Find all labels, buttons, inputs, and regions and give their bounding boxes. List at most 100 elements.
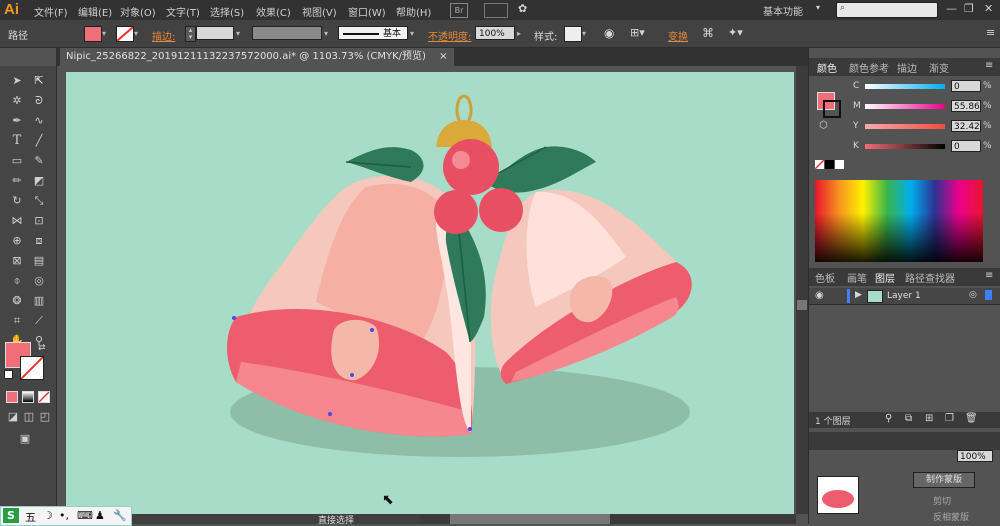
- chevron-down-icon[interactable]: ▾: [324, 27, 331, 41]
- invert-mask-checkbox-label[interactable]: 反相蒙版: [933, 510, 969, 523]
- none-color-swatch[interactable]: [815, 160, 824, 169]
- envelope-icon[interactable]: ✦▾: [728, 26, 743, 39]
- graphic-style-swatch[interactable]: [564, 26, 582, 42]
- rotate-tool-icon[interactable]: ↻: [8, 192, 26, 210]
- tab-color-guide[interactable]: 颜色参考: [849, 60, 889, 75]
- lasso-tool-icon[interactable]: ᘐ: [30, 92, 48, 110]
- artboard-canvas[interactable]: ⬉: [66, 72, 794, 514]
- menu-help[interactable]: 帮助(H): [396, 4, 431, 19]
- stroke-color-box[interactable]: [20, 356, 44, 380]
- fill-swatch[interactable]: [84, 26, 102, 42]
- gradient-mode-icon[interactable]: [22, 391, 34, 403]
- pencil-tool-icon[interactable]: ✏: [8, 172, 26, 190]
- isolate-icon[interactable]: ⌘: [702, 26, 714, 40]
- tab-gradient[interactable]: 渐变: [929, 60, 949, 75]
- vertical-scrollbar[interactable]: [796, 66, 808, 514]
- vertical-scroll-thumb[interactable]: [797, 300, 807, 310]
- draw-inside-icon[interactable]: ◰: [36, 408, 54, 426]
- restore-button[interactable]: ❐: [964, 2, 974, 15]
- gradient-tool-icon[interactable]: ▤: [30, 252, 48, 270]
- input-mode[interactable]: 五: [25, 509, 36, 525]
- clipping-mask-icon[interactable]: ⧉: [905, 413, 912, 424]
- menu-view[interactable]: 视图(V): [302, 4, 337, 19]
- close-tab-icon[interactable]: ×: [439, 51, 447, 62]
- locate-object-icon[interactable]: ⚲: [885, 413, 892, 424]
- default-colors-icon[interactable]: [4, 370, 13, 379]
- color-mode-icon[interactable]: [6, 391, 18, 403]
- menu-select[interactable]: 选择(S): [210, 4, 244, 19]
- screen-mode-icon[interactable]: ▣: [16, 430, 34, 448]
- black-color-swatch[interactable]: [825, 160, 834, 169]
- search-input[interactable]: ⌕: [836, 2, 938, 18]
- chevron-right-icon[interactable]: ▸: [517, 27, 524, 41]
- chevron-down-icon[interactable]: ▾: [236, 27, 243, 41]
- minimize-button[interactable]: —: [946, 2, 957, 15]
- selection-indicator[interactable]: [985, 290, 992, 300]
- opacity-field[interactable]: 100%: [475, 26, 515, 40]
- opacity-label[interactable]: 不透明度:: [428, 28, 471, 43]
- punctuation-icon[interactable]: •,: [59, 509, 69, 522]
- chevron-down-icon[interactable]: ▾: [816, 3, 820, 12]
- scale-tool-icon[interactable]: ⤡: [30, 192, 48, 210]
- new-layer-icon[interactable]: ❐: [945, 413, 954, 424]
- menu-file[interactable]: 文件(F): [34, 4, 68, 19]
- pen-tool-icon[interactable]: ✒: [8, 112, 26, 130]
- swap-colors-icon[interactable]: ⇄: [38, 343, 46, 353]
- column-graph-tool-icon[interactable]: ▥: [30, 292, 48, 310]
- brush-definition[interactable]: 基本: [338, 26, 408, 40]
- tab-brushes[interactable]: 画笔: [847, 270, 867, 285]
- line-tool-icon[interactable]: ╱: [30, 132, 48, 150]
- make-mask-button[interactable]: 制作蒙版: [913, 472, 975, 488]
- chevron-down-icon[interactable]: ▾: [410, 27, 417, 41]
- magenta-slider[interactable]: [865, 104, 945, 109]
- expand-triangle-icon[interactable]: ▶: [855, 290, 862, 300]
- artboard-tool-icon[interactable]: ⌗: [8, 312, 26, 330]
- layer-name[interactable]: Layer 1: [887, 291, 921, 301]
- cyan-slider[interactable]: [865, 84, 945, 89]
- tab-pathfinder[interactable]: 路径查找器: [905, 270, 955, 285]
- document-tab[interactable]: Nipic_25266822_20191211132237572000.ai* …: [60, 48, 454, 66]
- stroke-weight-field[interactable]: [196, 26, 234, 40]
- eye-icon[interactable]: ◉: [815, 290, 824, 301]
- moon-icon[interactable]: ☽: [43, 509, 53, 522]
- type-tool-icon[interactable]: T: [8, 132, 26, 150]
- magenta-value[interactable]: 55.86: [951, 100, 981, 112]
- transparency-opacity-field[interactable]: 100%: [957, 450, 993, 462]
- white-color-swatch[interactable]: [835, 160, 844, 169]
- selection-tool-icon[interactable]: ➤: [8, 72, 26, 90]
- tab-layers[interactable]: 图层: [875, 270, 895, 285]
- black-value[interactable]: 0: [951, 140, 981, 152]
- direct-selection-tool-icon[interactable]: ⇱: [30, 72, 48, 90]
- keyboard-icon[interactable]: ⌨: [77, 509, 93, 522]
- symbol-sprayer-tool-icon[interactable]: ❂: [8, 292, 26, 310]
- stroke-weight-stepper[interactable]: ▴ ▾: [185, 26, 196, 42]
- workspace-switcher[interactable]: 基本功能: [763, 3, 803, 18]
- transform-label[interactable]: 变换: [668, 28, 688, 43]
- align-icon[interactable]: ⊞▾: [630, 26, 645, 39]
- wrench-icon[interactable]: 🔧: [113, 509, 127, 522]
- tab-stroke[interactable]: 描边: [897, 60, 917, 75]
- black-slider[interactable]: [865, 144, 945, 149]
- panel-menu-icon[interactable]: ≡: [985, 270, 993, 281]
- new-sublayer-icon[interactable]: ⊞: [925, 413, 933, 424]
- yellow-slider[interactable]: [865, 124, 945, 129]
- chevron-down-icon[interactable]: ▾: [134, 27, 141, 41]
- cyan-value[interactable]: 0: [951, 80, 981, 92]
- none-mode-icon[interactable]: [38, 391, 50, 403]
- blend-tool-icon[interactable]: ◎: [30, 272, 48, 290]
- yellow-value[interactable]: 32.42: [951, 120, 981, 132]
- rectangle-tool-icon[interactable]: ▭: [8, 152, 26, 170]
- magic-wand-tool-icon[interactable]: ✲: [8, 92, 26, 110]
- status-tool-name[interactable]: 直接选择: [318, 513, 354, 526]
- eyedropper-tool-icon[interactable]: ⌽: [8, 272, 26, 290]
- chevron-down-icon[interactable]: ▾: [102, 27, 109, 41]
- stroke-label[interactable]: 描边:: [152, 28, 175, 43]
- gpu-performance-icon[interactable]: ✿: [518, 2, 527, 15]
- close-window-button[interactable]: ✕: [984, 2, 993, 15]
- free-transform-tool-icon[interactable]: ⊡: [30, 212, 48, 230]
- shape-builder-tool-icon[interactable]: ⊕: [8, 232, 26, 250]
- layer-row[interactable]: ◉ ▶ Layer 1 ◎: [809, 288, 1000, 305]
- panel-menu-icon[interactable]: ≡: [986, 26, 995, 39]
- target-icon[interactable]: ◎: [969, 290, 977, 300]
- delete-layer-icon[interactable]: 🗑: [965, 413, 978, 424]
